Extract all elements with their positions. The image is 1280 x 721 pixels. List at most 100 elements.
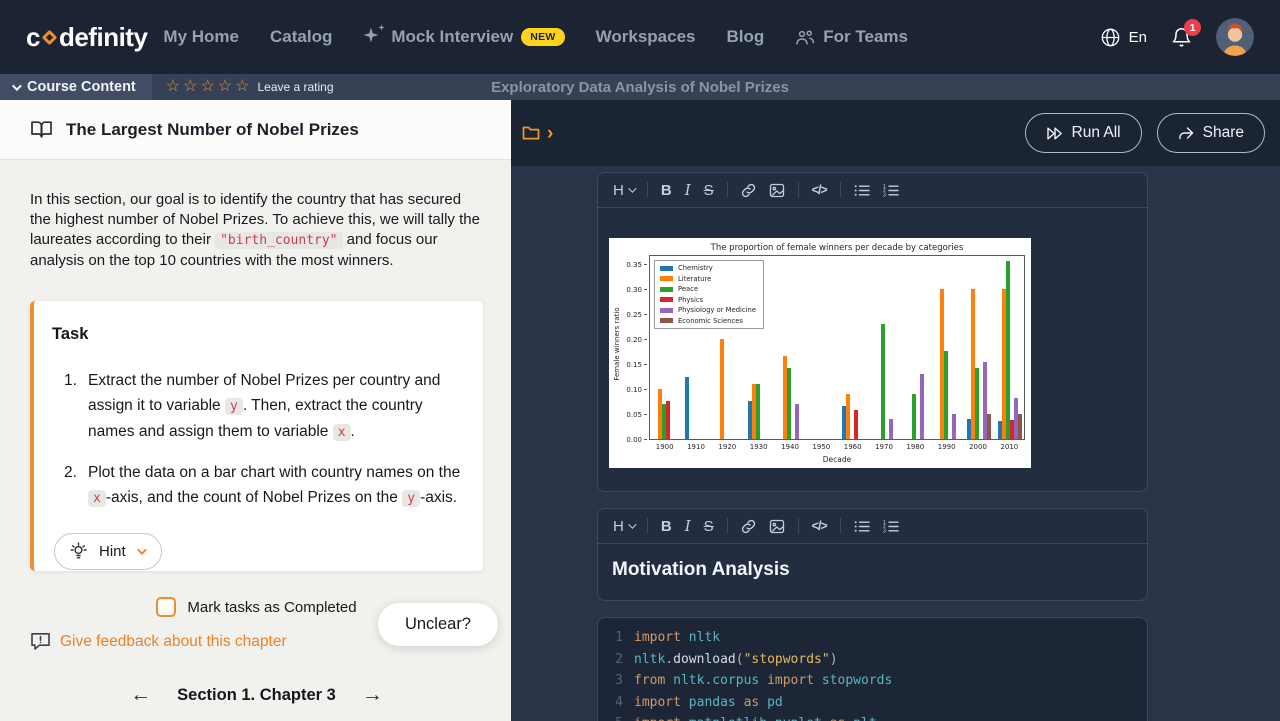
lesson-intro: In this section, our goal is to identify…	[30, 190, 485, 271]
user-avatar[interactable]	[1216, 18, 1254, 56]
link-button[interactable]	[741, 183, 756, 198]
task-list: 1. Extract the number of Nobel Prizes pe…	[52, 368, 463, 511]
strikethrough-button[interactable]: S	[704, 518, 714, 535]
chevron-down-icon	[628, 520, 636, 528]
code-token: import	[634, 627, 681, 649]
code-token: plt	[853, 713, 876, 721]
nav-item-for-teams[interactable]: For Teams	[795, 27, 908, 47]
logo-text-suffix: definity	[59, 22, 147, 53]
code-token: pandas	[689, 692, 736, 714]
task-number: 2.	[64, 460, 88, 511]
language-selector[interactable]: En	[1100, 27, 1147, 48]
x-tick-label: 1920	[718, 443, 736, 451]
toolbar-divider	[727, 182, 728, 198]
chapter-label: Section 1. Chapter 3	[177, 686, 336, 705]
hint-button[interactable]: Hint	[54, 533, 162, 570]
chart-bar	[720, 339, 724, 439]
codefinity-logo[interactable]: c definity	[26, 22, 147, 53]
run-all-button[interactable]: Run All	[1025, 113, 1142, 153]
ordered-list-button[interactable]: 1 2 3	[883, 184, 899, 197]
course-content-toggle[interactable]: Course Content	[0, 74, 152, 100]
task-heading: Task	[52, 325, 463, 344]
code-token: pd	[767, 692, 783, 714]
code-token: "stopwords"	[744, 649, 830, 671]
file-breadcrumb[interactable]: ›	[522, 124, 553, 143]
next-chapter-arrow[interactable]: →	[362, 683, 383, 707]
toolbar-divider	[798, 518, 799, 534]
star-icon[interactable]: ☆	[166, 79, 180, 95]
nav-label: Workspaces	[596, 27, 696, 47]
italic-button[interactable]: I	[685, 181, 691, 199]
line-number: 2	[609, 649, 623, 671]
y-tick-label: 0.05	[626, 411, 642, 419]
code-cell[interactable]: 1import nltk2nltk.download("stopwords")3…	[597, 617, 1148, 721]
x-tick-label: 1950	[812, 443, 830, 451]
star-icon[interactable]: ☆	[235, 79, 249, 95]
nav-item-my-home[interactable]: My Home	[163, 27, 239, 47]
chart-bar	[756, 384, 760, 440]
x-tick-label: 1980	[906, 443, 924, 451]
heading-dropdown[interactable]: H	[613, 518, 634, 535]
star-icon[interactable]: ☆	[200, 79, 214, 95]
image-button[interactable]	[769, 519, 785, 534]
nav-item-blog[interactable]: Blog	[726, 27, 764, 47]
logo-text-prefix: c	[26, 22, 40, 53]
code-token: stopwords	[822, 670, 892, 692]
legend-swatch	[660, 266, 673, 271]
x-tick-label: 1930	[750, 443, 768, 451]
y-tick-mark	[644, 364, 647, 365]
bullet-list-button[interactable]	[854, 520, 870, 533]
legend-entry: Physiology or Medicine	[660, 306, 756, 314]
code-button[interactable]: </>	[812, 183, 827, 197]
star-icon[interactable]: ☆	[183, 79, 197, 95]
star-icon[interactable]: ☆	[218, 79, 232, 95]
course-bar: Exploratory Data Analysis of Nobel Prize…	[0, 74, 1280, 100]
image-button[interactable]	[769, 183, 785, 198]
legend-swatch	[660, 318, 673, 323]
y-tick-label: 0.15	[626, 361, 642, 369]
chapter-navigation: ← Section 1. Chapter 3 →	[30, 683, 483, 707]
nav-item-catalog[interactable]: Catalog	[270, 27, 332, 47]
toolbar-divider	[840, 518, 841, 534]
x-tick-label: 1900	[656, 443, 674, 451]
unclear-button[interactable]: Unclear?	[378, 603, 498, 646]
task-text: Extract the number of Nobel Prizes per c…	[88, 368, 463, 445]
markdown-toolbar: H B I S	[598, 509, 1147, 544]
task-text: Plot the data on a bar chart with countr…	[88, 460, 463, 511]
bold-button[interactable]: B	[661, 518, 672, 535]
notifications-button[interactable]: 1	[1171, 26, 1192, 48]
toolbar-divider	[647, 182, 648, 198]
y-tick-mark	[644, 414, 647, 415]
strikethrough-button[interactable]: S	[704, 182, 714, 199]
chart-bar	[889, 419, 893, 439]
heading-dropdown[interactable]: H	[613, 182, 634, 199]
nav-item-mock-interview[interactable]: Mock Interview NEW	[363, 27, 564, 47]
bold-button[interactable]: B	[661, 182, 672, 199]
previous-chapter-arrow[interactable]: ←	[130, 683, 151, 707]
markdown-heading-text[interactable]: Motivation Analysis	[598, 544, 1147, 600]
ordered-list-button[interactable]: 1 2 3	[883, 520, 899, 533]
top-navbar: c definity My Home Catalog Mock Intervie…	[0, 0, 1280, 74]
toolbar-divider	[840, 182, 841, 198]
task-card: Task 1. Extract the number of Nobel Priz…	[30, 301, 483, 571]
y-tick-mark	[644, 264, 647, 265]
link-button[interactable]	[741, 519, 756, 534]
legend-entry: Economic Sciences	[660, 317, 756, 325]
task-item-2: 2. Plot the data on a bar chart with cou…	[64, 460, 463, 511]
nav-item-workspaces[interactable]: Workspaces	[596, 27, 696, 47]
legend-label: Chemistry	[678, 264, 713, 272]
mark-completed-checkbox[interactable]	[156, 597, 176, 617]
share-button[interactable]: Share	[1157, 113, 1265, 153]
feedback-label: Give feedback about this chapter	[60, 633, 287, 651]
x-tick-label: 1970	[875, 443, 893, 451]
chart-bar	[666, 401, 670, 440]
italic-button[interactable]: I	[685, 517, 691, 535]
code-token: import	[634, 713, 681, 721]
run-all-label: Run All	[1072, 124, 1121, 142]
code-token: nltk.corpus	[673, 670, 759, 692]
lesson-title: The Largest Number of Nobel Prizes	[66, 120, 359, 140]
new-badge: NEW	[521, 28, 564, 46]
rating-stars[interactable]: ☆ ☆ ☆ ☆ ☆	[166, 79, 250, 95]
code-button[interactable]: </>	[812, 519, 827, 533]
bullet-list-button[interactable]	[854, 184, 870, 197]
